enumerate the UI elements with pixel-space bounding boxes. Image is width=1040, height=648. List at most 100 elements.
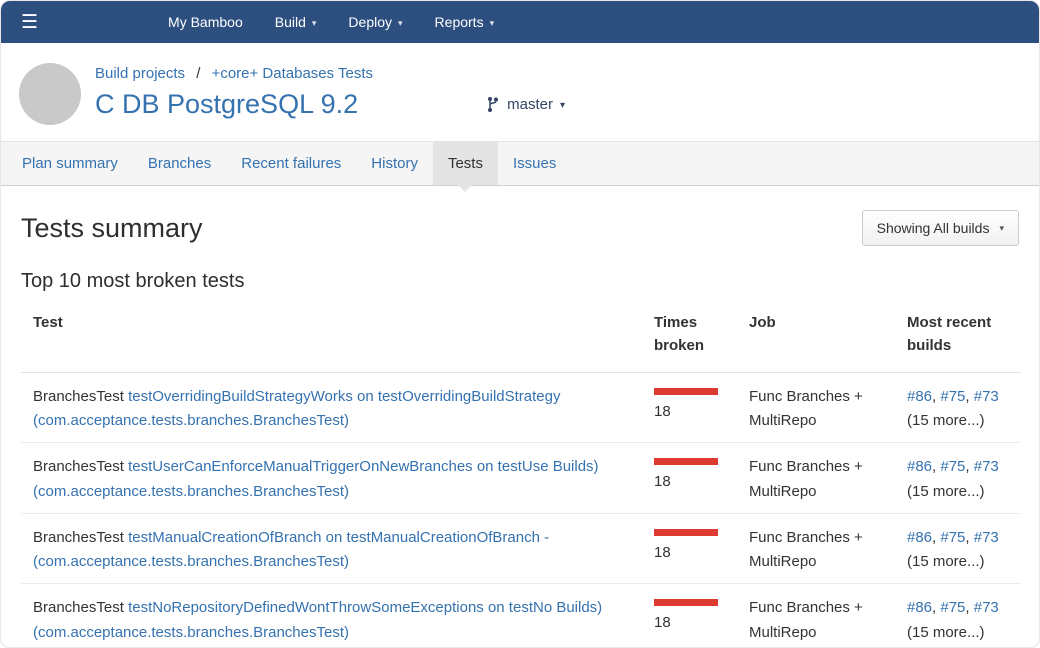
job-cell: Func Branches + MultiRepo (749, 584, 907, 648)
broken-tests-table: Test Times broken Job Most recent builds… (21, 299, 1021, 648)
build-link[interactable]: #86 (907, 599, 932, 616)
table-header-row: Test Times broken Job Most recent builds (21, 299, 1021, 372)
build-link[interactable]: #73 (974, 599, 999, 616)
tab-tests[interactable]: Tests (433, 142, 498, 185)
nav-reports-label: Reports (435, 14, 484, 30)
times-broken-cell: 18 (654, 443, 749, 514)
branch-name: master (507, 96, 553, 113)
top-navbar: ☰ My Bamboo Build ▾ Deploy ▾ Reports ▾ (1, 1, 1039, 43)
test-class-name: BranchesTest (33, 599, 124, 616)
nav-my-bamboo[interactable]: My Bamboo (168, 14, 243, 30)
content-header: Tests summary Showing All builds ▾ (21, 210, 1019, 246)
tab-plan-summary[interactable]: Plan summary (7, 142, 133, 185)
builds-separator: , (965, 599, 973, 616)
test-cell: BranchesTest testOverridingBuildStrategy… (21, 372, 654, 443)
plan-title: C DB PostgreSQL 9.2 (95, 89, 358, 120)
times-broken-cell: 18 (654, 584, 749, 648)
nav-reports-menu[interactable]: Reports ▾ (435, 14, 495, 30)
build-link[interactable]: #75 (940, 388, 965, 405)
nav-build-label: Build (275, 14, 306, 30)
chevron-down-icon: ▾ (312, 18, 317, 29)
broken-bar (654, 599, 718, 606)
nav-deploy-label: Deploy (348, 14, 392, 30)
table-row: BranchesTest testNoRepositoryDefinedWont… (21, 584, 1021, 648)
more-builds-label: (15 more...) (907, 553, 985, 570)
build-link[interactable]: #75 (940, 458, 965, 475)
breadcrumb-project[interactable]: +core+ Databases Tests (212, 65, 373, 82)
plan-header: Build projects / +core+ Databases Tests … (1, 43, 1039, 141)
broken-bar (654, 529, 718, 536)
test-cell: BranchesTest testManualCreationOfBranch … (21, 513, 654, 584)
tab-issues[interactable]: Issues (498, 142, 571, 185)
more-builds-label: (15 more...) (907, 624, 985, 641)
builds-filter-label: Showing All builds (877, 220, 990, 236)
times-broken-value: 18 (654, 403, 671, 420)
navbar-items: My Bamboo Build ▾ Deploy ▾ Reports ▾ (168, 14, 494, 30)
chevron-down-icon: ▾ (560, 100, 565, 111)
test-class-name: BranchesTest (33, 388, 124, 405)
build-link[interactable]: #75 (940, 529, 965, 546)
section-title: Top 10 most broken tests (21, 270, 1019, 293)
tab-recent-failures[interactable]: Recent failures (226, 142, 356, 185)
build-link[interactable]: #73 (974, 458, 999, 475)
nav-my-bamboo-label: My Bamboo (168, 14, 243, 30)
times-broken-cell: 18 (654, 513, 749, 584)
build-link[interactable]: #86 (907, 458, 932, 475)
job-cell: Func Branches + MultiRepo (749, 443, 907, 514)
builds-cell: #86, #75, #73 (15 more...) (907, 443, 1021, 514)
times-broken-value: 18 (654, 614, 671, 631)
tab-branches[interactable]: Branches (133, 142, 226, 185)
more-builds-label: (15 more...) (907, 412, 985, 429)
test-cell: BranchesTest testNoRepositoryDefinedWont… (21, 584, 654, 648)
test-cell: BranchesTest testUserCanEnforceManualTri… (21, 443, 654, 514)
builds-separator: , (965, 388, 973, 405)
table-row: BranchesTest testManualCreationOfBranch … (21, 513, 1021, 584)
chevron-down-icon: ▾ (999, 223, 1004, 234)
build-link[interactable]: #73 (974, 388, 999, 405)
plan-avatar (19, 63, 81, 125)
builds-separator: , (965, 529, 973, 546)
branch-icon (486, 96, 500, 113)
col-header-job: Job (749, 299, 907, 372)
col-header-times-broken: Times broken (654, 299, 749, 372)
col-header-test: Test (21, 299, 654, 372)
breadcrumb: Build projects / +core+ Databases Tests (95, 65, 565, 82)
col-header-most-recent-builds: Most recent builds (907, 299, 1021, 372)
plan-title-row: C DB PostgreSQL 9.2 master ▾ (95, 89, 565, 120)
tab-history[interactable]: History (356, 142, 433, 185)
builds-separator: , (965, 458, 973, 475)
branch-selector[interactable]: master ▾ (486, 96, 565, 113)
chevron-down-icon: ▾ (398, 18, 403, 29)
times-broken-value: 18 (654, 544, 671, 561)
plan-tabs: Plan summary Branches Recent failures Hi… (1, 141, 1039, 186)
build-link[interactable]: #86 (907, 529, 932, 546)
times-broken-value: 18 (654, 473, 671, 490)
table-row: BranchesTest testUserCanEnforceManualTri… (21, 443, 1021, 514)
job-cell: Func Branches + MultiRepo (749, 372, 907, 443)
build-link[interactable]: #75 (940, 599, 965, 616)
bamboo-app-window: ☰ My Bamboo Build ▾ Deploy ▾ Reports ▾ B… (0, 0, 1040, 648)
breadcrumb-build-projects[interactable]: Build projects (95, 65, 185, 82)
table-row: BranchesTest testOverridingBuildStrategy… (21, 372, 1021, 443)
test-class-name: BranchesTest (33, 529, 124, 546)
hamburger-menu-icon[interactable]: ☰ (21, 13, 38, 32)
nav-build-menu[interactable]: Build ▾ (275, 14, 317, 30)
build-link[interactable]: #73 (974, 529, 999, 546)
more-builds-label: (15 more...) (907, 483, 985, 500)
builds-filter-dropdown[interactable]: Showing All builds ▾ (862, 210, 1019, 246)
chevron-down-icon: ▾ (490, 18, 495, 29)
nav-deploy-menu[interactable]: Deploy ▾ (348, 14, 402, 30)
builds-cell: #86, #75, #73 (15 more...) (907, 513, 1021, 584)
broken-bar (654, 388, 718, 395)
plan-header-text: Build projects / +core+ Databases Tests … (95, 63, 565, 125)
breadcrumb-separator: / (196, 65, 200, 82)
job-cell: Func Branches + MultiRepo (749, 513, 907, 584)
builds-cell: #86, #75, #73 (15 more...) (907, 372, 1021, 443)
builds-cell: #86, #75, #73 (15 more...) (907, 584, 1021, 648)
broken-bar (654, 458, 718, 465)
times-broken-cell: 18 (654, 372, 749, 443)
main-content: Tests summary Showing All builds ▾ Top 1… (1, 186, 1039, 648)
page-title: Tests summary (21, 213, 203, 244)
test-class-name: BranchesTest (33, 458, 124, 475)
build-link[interactable]: #86 (907, 388, 932, 405)
